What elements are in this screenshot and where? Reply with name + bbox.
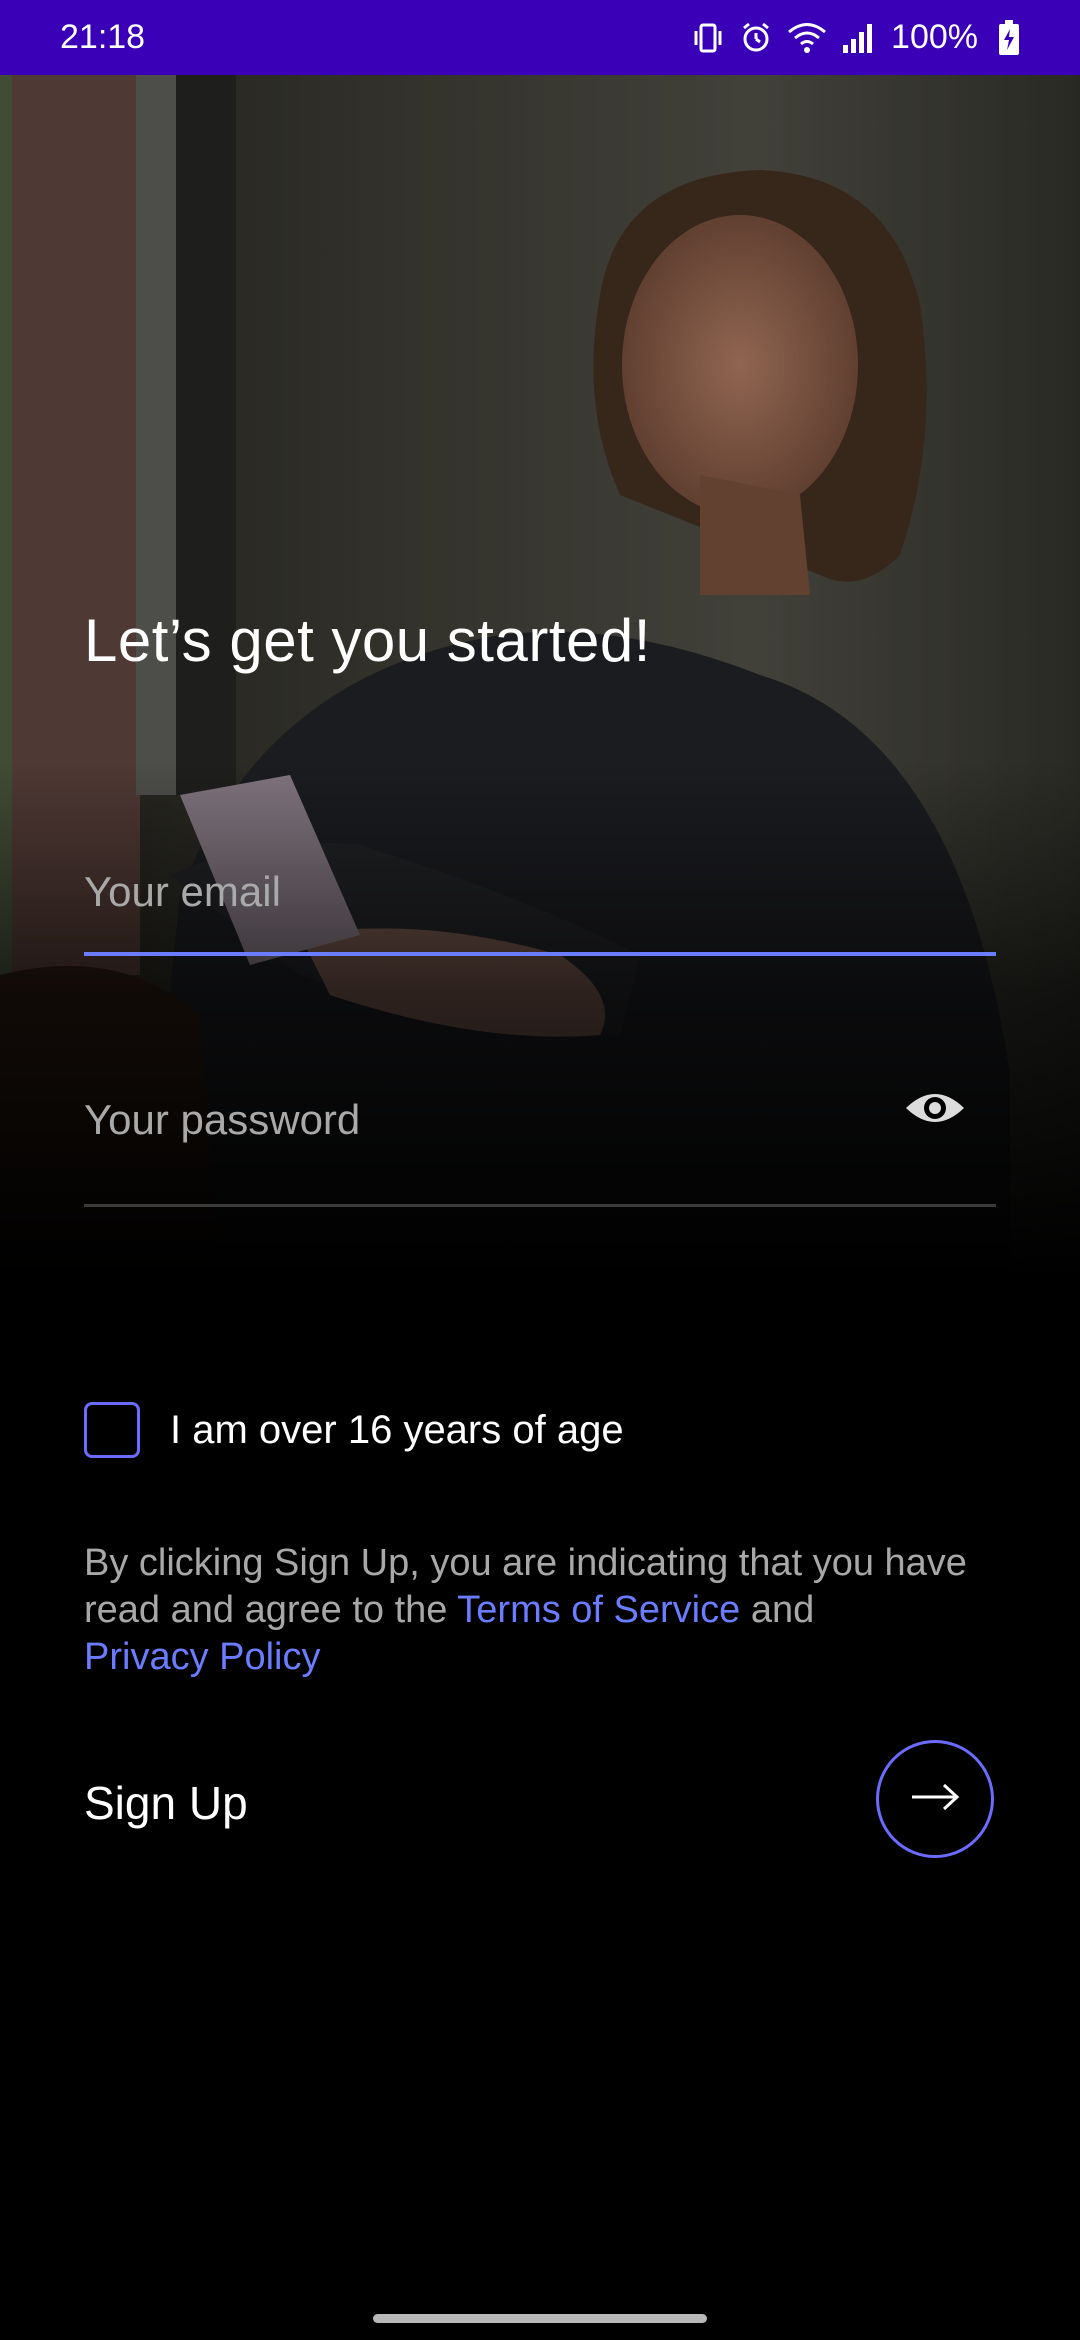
hero-fade	[0, 760, 1080, 1280]
sign-up-label: Sign Up	[84, 1777, 248, 1829]
arrow-right-icon	[910, 1782, 960, 1817]
battery-percent: 100%	[891, 18, 978, 56]
wifi-icon	[787, 21, 827, 55]
terms-text: By clicking Sign Up, you are indicating …	[84, 1540, 1004, 1681]
age-checkbox[interactable]	[84, 1402, 140, 1458]
age-checkbox-row[interactable]: I am over 16 years of age	[84, 1402, 624, 1458]
alarm-icon	[739, 21, 773, 55]
password-field[interactable]	[84, 1096, 864, 1144]
email-underline	[84, 952, 996, 956]
sign-up-button[interactable]	[876, 1740, 994, 1858]
email-field[interactable]	[84, 868, 996, 916]
privacy-policy-link[interactable]: Privacy Policy	[84, 1636, 321, 1678]
terms-and: and	[750, 1589, 815, 1631]
password-field-container	[84, 1096, 864, 1144]
signal-icon	[841, 21, 877, 55]
password-underline	[84, 1204, 996, 1207]
email-field-container	[84, 868, 996, 916]
battery-charging-icon	[998, 19, 1020, 56]
status-time: 21:18	[60, 18, 146, 56]
page-title: Let’s get you started!	[84, 607, 651, 674]
status-icons: 100%	[691, 18, 1020, 57]
age-checkbox-label: I am over 16 years of age	[170, 1407, 624, 1452]
terms-of-service-link[interactable]: Terms of Service	[457, 1589, 740, 1631]
vibrate-icon	[691, 21, 725, 55]
home-indicator[interactable]	[373, 2314, 707, 2323]
show-password-eye-icon[interactable]	[904, 1086, 966, 1130]
status-bar: 21:18 100%	[0, 0, 1080, 75]
